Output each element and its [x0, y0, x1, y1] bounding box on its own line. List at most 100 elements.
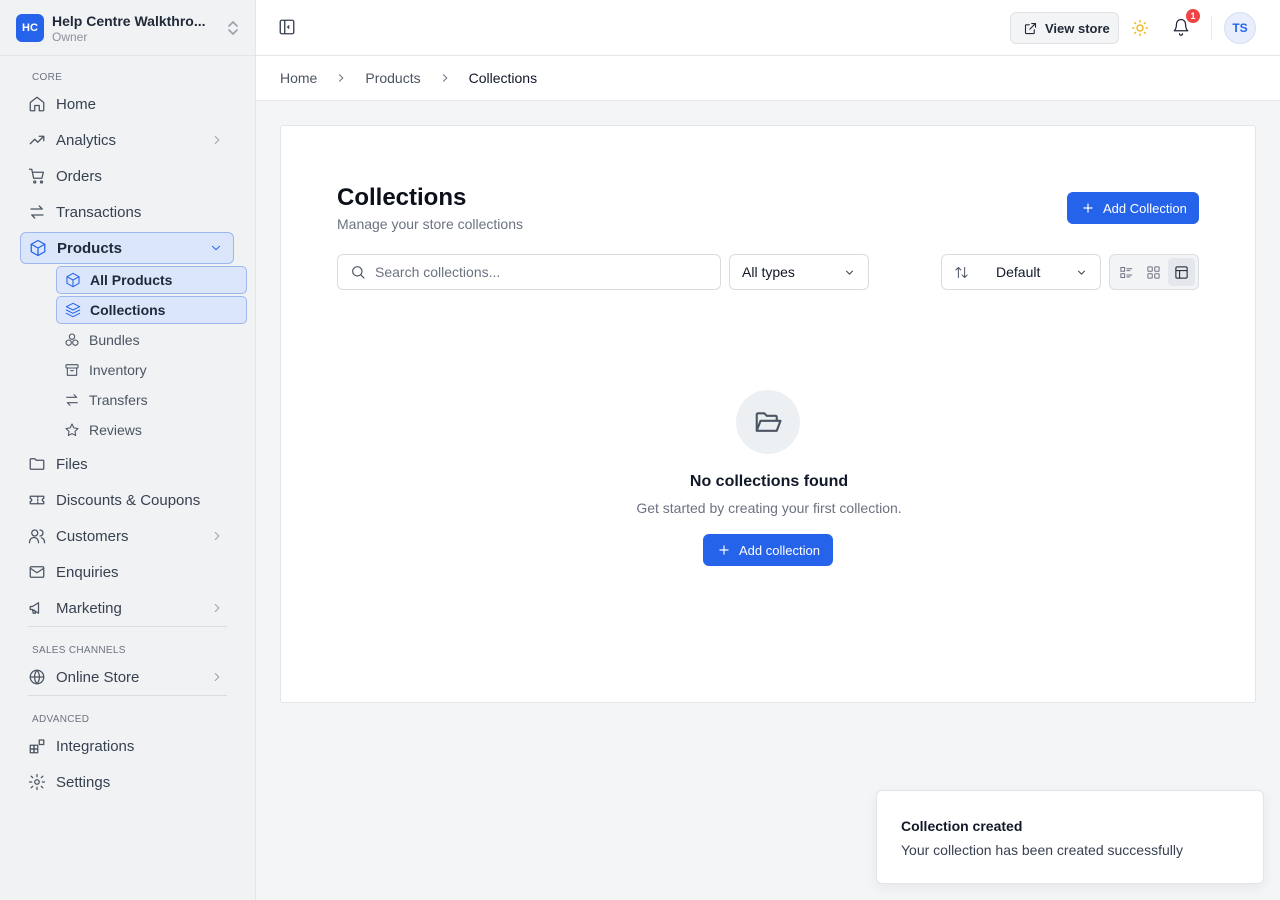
- sidebar-item-label: Integrations: [56, 737, 135, 755]
- chevron-right-icon: [339, 74, 344, 82]
- topbar: View store 1 TS: [256, 0, 1280, 56]
- sidebar-item-transactions[interactable]: Transactions: [20, 196, 234, 228]
- chevron-right-icon: [214, 136, 220, 144]
- sidebar-item-label: Files: [56, 455, 88, 473]
- table-view-button[interactable]: [1167, 258, 1195, 286]
- box-icon: [30, 239, 46, 257]
- empty-add-collection-button[interactable]: Add collection: [703, 534, 833, 566]
- sidebar-item-label: Customers: [56, 527, 129, 545]
- empty-state-text: Get started by creating your first colle…: [636, 500, 902, 516]
- sidebar-item-label: Online Store: [56, 668, 140, 686]
- theme-toggle-button[interactable]: [1131, 19, 1149, 37]
- sidebar-subitem-collections[interactable]: Collections: [56, 296, 247, 324]
- type-filter-select[interactable]: All types: [729, 254, 869, 290]
- chevron-down-icon: [1077, 270, 1086, 275]
- sidebar-item-label: Discounts & Coupons: [56, 491, 201, 509]
- sidebar-item-label: Orders: [56, 167, 102, 185]
- sidebar-item-products[interactable]: Products: [20, 232, 234, 264]
- breadcrumb-current: Collections: [468, 70, 538, 86]
- chevron-down-icon: [212, 245, 220, 251]
- notification-badge: 1: [1186, 9, 1200, 23]
- sidebar-item-label: Products: [57, 239, 123, 257]
- chevron-right-icon: [214, 532, 220, 540]
- box-icon: [66, 272, 80, 288]
- chevron-right-icon: [214, 604, 220, 612]
- sidebar-item-discounts[interactable]: Discounts & Coupons: [20, 484, 234, 516]
- toast-message: Your collection has been created success…: [901, 842, 1183, 858]
- toast-title: Collection created: [901, 818, 1023, 834]
- chevrons-up-down-icon: [228, 21, 238, 35]
- cart-icon: [28, 168, 45, 184]
- blocks-icon: [29, 739, 45, 754]
- page-subtitle: Manage your store collections: [337, 216, 523, 232]
- sun-icon: [1131, 19, 1149, 37]
- arrows-icon: [30, 205, 44, 219]
- sidebar-item-marketing[interactable]: Marketing: [20, 592, 234, 624]
- sidebar-item-orders[interactable]: Orders: [20, 160, 234, 192]
- sidebar-subitem-label: Collections: [90, 302, 166, 318]
- avatar[interactable]: TS: [1224, 12, 1256, 44]
- sidebar-toggle-button[interactable]: [278, 18, 298, 38]
- table-icon: [1175, 265, 1188, 279]
- toast-notification[interactable]: Collection created Your collection has b…: [876, 790, 1264, 884]
- sidebar-item-label: Settings: [56, 773, 111, 791]
- sidebar-subitem-label: All Products: [90, 272, 173, 288]
- layers-icon: [65, 302, 81, 318]
- sidebar-item-customers[interactable]: Customers: [20, 520, 234, 552]
- section-label-core: CORE: [32, 72, 63, 83]
- list-view-button[interactable]: [1113, 258, 1140, 286]
- sidebar-item-enquiries[interactable]: Enquiries: [20, 556, 234, 588]
- search-icon: [352, 266, 365, 279]
- sort-select[interactable]: Default: [941, 254, 1101, 290]
- sidebar-subitem-inventory[interactable]: Inventory: [56, 356, 247, 384]
- mail-icon: [29, 566, 45, 578]
- chevron-right-icon: [442, 74, 448, 82]
- sidebar-item-home[interactable]: Home: [20, 88, 234, 120]
- ticket-icon: [29, 495, 45, 505]
- sidebar-subitem-all-products[interactable]: All Products: [56, 266, 247, 294]
- grid-view-button[interactable]: [1140, 258, 1167, 286]
- globe-icon: [29, 669, 45, 685]
- folder-open-icon: [755, 412, 782, 432]
- arrows-icon: [66, 394, 78, 406]
- sort-icon: [955, 267, 968, 278]
- view-store-label: View store: [1045, 20, 1110, 36]
- folder-icon: [29, 458, 45, 470]
- megaphone-icon: [29, 602, 40, 614]
- sidebar-item-integrations[interactable]: Integrations: [20, 730, 234, 762]
- org-switcher[interactable]: HC Help Centre Walkthro... Owner: [16, 10, 240, 46]
- search-input[interactable]: [375, 264, 695, 280]
- topbar-separator: [1211, 16, 1212, 40]
- archive-icon: [65, 364, 79, 376]
- sidebar-subitem-label: Inventory: [89, 362, 147, 378]
- breadcrumb-products[interactable]: Products: [365, 70, 420, 86]
- breadcrumb-home[interactable]: Home: [280, 70, 317, 86]
- chevron-down-icon: [845, 270, 854, 275]
- org-logo: HC: [16, 14, 44, 42]
- users-icon: [28, 529, 46, 544]
- boxes-icon: [65, 333, 79, 346]
- add-collection-label: Add Collection: [1103, 200, 1187, 216]
- sidebar-item-analytics[interactable]: Analytics: [20, 124, 234, 156]
- view-store-button[interactable]: View store: [1010, 12, 1119, 44]
- org-name: Help Centre Walkthro...: [52, 12, 206, 29]
- sidebar-subitem-label: Transfers: [89, 392, 148, 408]
- collections-card: Collections Manage your store collection…: [280, 125, 1256, 703]
- sidebar-subitem-bundles[interactable]: Bundles: [56, 326, 247, 354]
- sidebar-item-files[interactable]: Files: [20, 448, 234, 480]
- breadcrumb: Home Products Collections: [256, 56, 1280, 101]
- sidebar-subitem-label: Reviews: [89, 422, 142, 438]
- plus-icon: [719, 545, 729, 555]
- sidebar-subitem-reviews[interactable]: Reviews: [56, 416, 247, 444]
- grid-icon: [1147, 265, 1161, 279]
- star-icon: [65, 423, 79, 437]
- gear-icon: [28, 773, 46, 791]
- sidebar-divider: [0, 55, 256, 56]
- sidebar-subitem-transfers[interactable]: Transfers: [56, 386, 247, 414]
- sidebar-item-online-store[interactable]: Online Store: [20, 661, 234, 693]
- sidebar-item-settings[interactable]: Settings: [20, 766, 234, 798]
- view-mode-toggle: [1109, 254, 1199, 290]
- add-collection-button[interactable]: Add Collection: [1067, 192, 1199, 224]
- sidebar-item-label: Home: [56, 95, 97, 113]
- plus-icon: [1083, 203, 1093, 213]
